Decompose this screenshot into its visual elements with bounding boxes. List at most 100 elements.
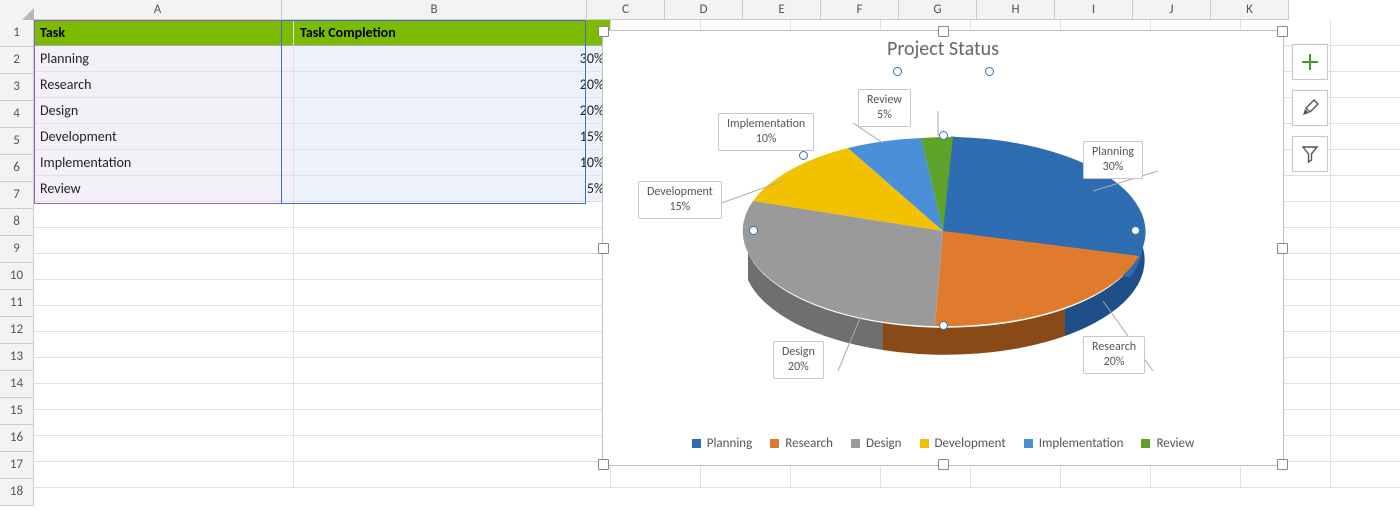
cell-B15[interactable] xyxy=(294,384,611,410)
title-handle[interactable] xyxy=(985,67,994,76)
column-header-i[interactable]: I xyxy=(1055,0,1133,20)
column-header-a[interactable]: A xyxy=(34,0,282,20)
row-header-14[interactable]: 14 xyxy=(0,371,34,398)
plot-handle[interactable] xyxy=(799,151,808,160)
column-header-b[interactable]: B xyxy=(282,0,587,20)
row-header-5[interactable]: 5 xyxy=(0,128,34,155)
row-header-7[interactable]: 7 xyxy=(0,182,34,209)
plot-handle[interactable] xyxy=(749,226,758,235)
cell-A17[interactable] xyxy=(34,436,294,462)
cell-K5[interactable] xyxy=(1331,124,1400,150)
cell-A3[interactable]: Research xyxy=(34,72,294,98)
cell-K13[interactable] xyxy=(1331,332,1400,358)
cell-A4[interactable]: Design xyxy=(34,98,294,124)
cell-A6[interactable]: Implementation xyxy=(34,150,294,176)
cell-K7[interactable] xyxy=(1331,176,1400,202)
chart-filters-button[interactable] xyxy=(1292,136,1328,172)
cell-A8[interactable] xyxy=(34,202,294,228)
column-header-k[interactable]: K xyxy=(1211,0,1289,20)
cell-K4[interactable] xyxy=(1331,98,1400,124)
cell-B6[interactable]: 10% xyxy=(294,150,611,176)
legend-item-research[interactable]: Research xyxy=(770,436,833,451)
cell-B17[interactable] xyxy=(294,436,611,462)
cell-K6[interactable] xyxy=(1331,150,1400,176)
row-header-4[interactable]: 4 xyxy=(0,101,34,128)
cell-B3[interactable]: 20% xyxy=(294,72,611,98)
cell-A2[interactable]: Planning xyxy=(34,46,294,72)
resize-handle-s[interactable] xyxy=(938,459,949,470)
cell-A13[interactable] xyxy=(34,332,294,358)
cell-B14[interactable] xyxy=(294,358,611,384)
row-header-12[interactable]: 12 xyxy=(0,317,34,344)
cell-B1[interactable]: Task Completion xyxy=(294,20,611,46)
cell-B18[interactable] xyxy=(294,462,611,488)
legend-item-review[interactable]: Review xyxy=(1141,436,1194,451)
cell-A12[interactable] xyxy=(34,306,294,332)
pie-label-planning[interactable]: Planning30% xyxy=(1083,141,1143,179)
column-header-h[interactable]: H xyxy=(977,0,1055,20)
cell-B9[interactable] xyxy=(294,228,611,254)
row-header-8[interactable]: 8 xyxy=(0,209,34,236)
cell-A18[interactable] xyxy=(34,462,294,488)
row-header-10[interactable]: 10 xyxy=(0,263,34,290)
pie-label-implementation[interactable]: Implementation10% xyxy=(718,113,814,151)
cell-A9[interactable] xyxy=(34,228,294,254)
chart-styles-button[interactable] xyxy=(1292,90,1328,126)
chart-elements-button[interactable] xyxy=(1292,44,1328,80)
pie-label-development[interactable]: Development15% xyxy=(638,181,722,219)
row-header-2[interactable]: 2 xyxy=(0,47,34,74)
plot-handle[interactable] xyxy=(1131,226,1140,235)
row-header-13[interactable]: 13 xyxy=(0,344,34,371)
legend-item-development[interactable]: Development xyxy=(920,436,1006,451)
column-header-c[interactable]: C xyxy=(587,0,665,20)
cell-B2[interactable]: 30% xyxy=(294,46,611,72)
row-header-16[interactable]: 16 xyxy=(0,425,34,452)
resize-handle-sw[interactable] xyxy=(598,459,609,470)
row-header-1[interactable]: 1 xyxy=(0,20,34,47)
row-header-3[interactable]: 3 xyxy=(0,74,34,101)
legend-item-implementation[interactable]: Implementation xyxy=(1024,436,1124,451)
cell-A5[interactable]: Development xyxy=(34,124,294,150)
row-header-18[interactable]: 18 xyxy=(0,479,34,506)
cell-K14[interactable] xyxy=(1331,358,1400,384)
cell-A16[interactable] xyxy=(34,410,294,436)
plot-handle[interactable] xyxy=(939,321,948,330)
cell-A15[interactable] xyxy=(34,384,294,410)
cell-K10[interactable] xyxy=(1331,254,1400,280)
column-header-j[interactable]: J xyxy=(1133,0,1211,20)
column-header-e[interactable]: E xyxy=(743,0,821,20)
cell-K8[interactable] xyxy=(1331,202,1400,228)
pie-label-review[interactable]: Review5% xyxy=(858,89,911,127)
pie-label-research[interactable]: Research20% xyxy=(1083,336,1145,374)
cell-A14[interactable] xyxy=(34,358,294,384)
cell-K9[interactable] xyxy=(1331,228,1400,254)
column-header-g[interactable]: G xyxy=(899,0,977,20)
resize-handle-e[interactable] xyxy=(1277,243,1288,254)
row-header-17[interactable]: 17 xyxy=(0,452,34,479)
cell-B12[interactable] xyxy=(294,306,611,332)
cell-K17[interactable] xyxy=(1331,436,1400,462)
title-handle[interactable] xyxy=(893,67,902,76)
column-header-d[interactable]: D xyxy=(665,0,743,20)
legend-item-design[interactable]: Design xyxy=(851,436,901,451)
cell-B4[interactable]: 20% xyxy=(294,98,611,124)
cell-A7[interactable]: Review xyxy=(34,176,294,202)
cell-B8[interactable] xyxy=(294,202,611,228)
cell-K16[interactable] xyxy=(1331,410,1400,436)
chart-legend[interactable]: Planning Research Design Development Impleme… xyxy=(603,436,1283,451)
cell-K12[interactable] xyxy=(1331,306,1400,332)
resize-handle-ne[interactable] xyxy=(1277,26,1288,37)
resize-handle-n[interactable] xyxy=(938,26,949,37)
cell-K1[interactable] xyxy=(1331,20,1400,46)
cell-A11[interactable] xyxy=(34,280,294,306)
cell-B7[interactable]: 5% xyxy=(294,176,611,202)
legend-item-planning[interactable]: Planning xyxy=(692,436,753,451)
cell-K11[interactable] xyxy=(1331,280,1400,306)
cell-B10[interactable] xyxy=(294,254,611,280)
cell-A10[interactable] xyxy=(34,254,294,280)
row-header-6[interactable]: 6 xyxy=(0,155,34,182)
cell-K15[interactable] xyxy=(1331,384,1400,410)
plot-handle[interactable] xyxy=(939,131,948,140)
row-header-9[interactable]: 9 xyxy=(0,236,34,263)
pie-label-design[interactable]: Design20% xyxy=(773,341,824,379)
